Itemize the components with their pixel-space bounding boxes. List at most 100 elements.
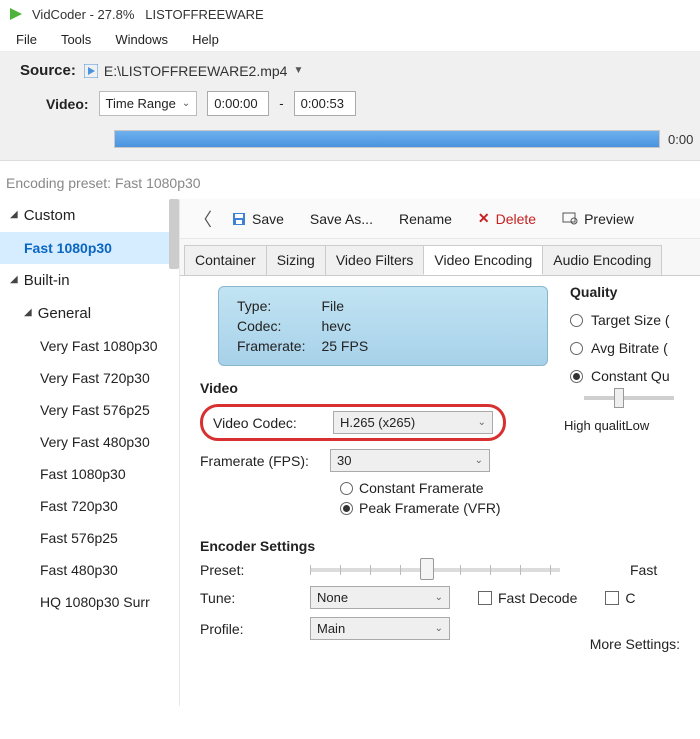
app-window: VidCoder - 27.8% LISTOFFREEWARE File Too… [0, 0, 700, 739]
tab-sizing[interactable]: Sizing [266, 245, 326, 275]
preset-speed-value: Fast [630, 562, 657, 578]
caret-down-icon: ◢ [10, 274, 18, 285]
menu-file[interactable]: File [6, 29, 47, 50]
sidebar-group-general[interactable]: ◢ General [0, 297, 179, 330]
video-label: Video: [46, 96, 89, 112]
time-start-input[interactable]: 0:00:00 [207, 91, 269, 116]
caret-down-icon: ◢ [10, 209, 18, 220]
profile-select[interactable]: Main⌄ [310, 617, 450, 640]
sidebar-preset[interactable]: Very Fast 480p30 [0, 426, 179, 458]
checkbox-icon [478, 591, 492, 605]
caret-down-icon: ◢ [24, 307, 32, 318]
content-toolbar: 〈 Save Save As... Rename ✕ Delete Previe… [180, 199, 700, 239]
slider-thumb[interactable] [614, 388, 624, 408]
radio-checked-icon [340, 502, 353, 515]
tune-select[interactable]: None⌄ [310, 586, 450, 609]
menu-windows[interactable]: Windows [105, 29, 178, 50]
save-as-button[interactable]: Save As... [300, 205, 383, 233]
source-path: E:\LISTOFFREEWARE2.mp4 [104, 63, 288, 79]
encode-progress-bar [115, 131, 659, 147]
checkbox-icon [605, 591, 619, 605]
scrollbar-thumb[interactable] [169, 199, 179, 269]
source-panel: Source: E:\LISTOFFREEWARE2.mp4 ▼ Video: … [0, 52, 700, 161]
slider-thumb[interactable] [420, 558, 434, 580]
tab-video-filters[interactable]: Video Filters [325, 245, 425, 275]
quality-slider[interactable] [584, 396, 674, 400]
cfr-radio-row[interactable]: Constant Framerate [340, 480, 686, 496]
chevron-down-icon: ▼ [293, 65, 303, 76]
sidebar-preset[interactable]: HQ 1080p30 Surr [0, 586, 179, 618]
tab-video-encoding[interactable]: Video Encoding [423, 245, 543, 275]
chevron-down-icon: ⌄ [435, 623, 443, 634]
sidebar-preset[interactable]: Fast 720p30 [0, 490, 179, 522]
sidebar-group-builtin[interactable]: ◢ Built-in [0, 264, 179, 297]
radio-icon [570, 314, 583, 327]
profile-label: Profile: [200, 621, 300, 637]
main-split: ◢ Custom Fast 1080p30 ◢ Built-in ◢ Gener… [0, 199, 700, 706]
chevron-down-icon: ⌄ [182, 98, 190, 109]
sidebar-preset[interactable]: Fast 576p25 [0, 522, 179, 554]
app-icon [8, 6, 24, 22]
radio-icon [570, 342, 583, 355]
tab-audio-encoding[interactable]: Audio Encoding [542, 245, 662, 275]
encoder-section: Encoder Settings Preset: Fast Tune: None… [194, 538, 686, 640]
source-label: Source: [20, 62, 76, 79]
quality-target-radio[interactable]: Target Size ( [570, 312, 674, 328]
save-icon [232, 212, 246, 226]
preview-button[interactable]: Preview [552, 205, 644, 233]
chevron-down-icon: ⌄ [475, 455, 483, 466]
back-button[interactable]: 〈 [188, 202, 216, 236]
quality-cq-radio[interactable]: Constant Qu [570, 368, 674, 384]
quality-caption: High qualitLow [564, 418, 674, 433]
sidebar-preset[interactable]: Fast 1080p30 [0, 458, 179, 490]
radio-checked-icon [570, 370, 583, 383]
preset-label: Preset: [200, 562, 300, 578]
tab-container[interactable]: Container [184, 245, 267, 275]
delete-icon: ✕ [478, 210, 490, 227]
content-panel: 〈 Save Save As... Rename ✕ Delete Previe… [180, 199, 700, 706]
highlight-ring: Video Codec: H.265 (x265)⌄ [200, 404, 506, 441]
quality-panel: Quality Target Size ( Avg Bitrate ( Cons… [570, 284, 674, 433]
chevron-down-icon: ⌄ [435, 592, 443, 603]
fast-decode-checkbox[interactable]: Fast Decode [478, 590, 577, 606]
menubar: File Tools Windows Help [0, 28, 700, 52]
preview-icon [562, 212, 578, 226]
sidebar-preset-fast1080p30-custom[interactable]: Fast 1080p30 [0, 232, 179, 264]
tune-label: Tune: [200, 590, 300, 606]
quality-avg-radio[interactable]: Avg Bitrate ( [570, 340, 674, 356]
titlebar: VidCoder - 27.8% LISTOFFREEWARE [0, 0, 700, 28]
time-end-input[interactable]: 0:00:53 [294, 91, 356, 116]
sidebar-preset[interactable]: Very Fast 720p30 [0, 362, 179, 394]
encoding-preset-line: Encoding preset: Fast 1080p30 [0, 161, 700, 199]
preset-sidebar: ◢ Custom Fast 1080p30 ◢ Built-in ◢ Gener… [0, 199, 180, 706]
sidebar-preset[interactable]: Very Fast 576p25 [0, 394, 179, 426]
rename-button[interactable]: Rename [389, 205, 462, 233]
video-codec-label: Video Codec: [213, 415, 323, 431]
play-file-icon [84, 64, 98, 78]
source-info-box: Type:File Codec:hevc Framerate:25 FPS [218, 286, 548, 366]
sidebar-preset[interactable]: Very Fast 1080p30 [0, 330, 179, 362]
encode-progress [114, 130, 660, 148]
quality-heading: Quality [570, 284, 674, 300]
chevron-down-icon: ⌄ [478, 417, 486, 428]
window-title: VidCoder - 27.8% LISTOFFREEWARE [32, 7, 264, 22]
radio-icon [340, 482, 353, 495]
partial-checkbox[interactable]: C [605, 590, 635, 606]
encoder-heading: Encoder Settings [200, 538, 686, 554]
progress-right-label: 0:00 [668, 132, 693, 147]
video-mode-dropdown[interactable]: Time Range⌄ [99, 91, 198, 116]
sidebar-group-custom[interactable]: ◢ Custom [0, 199, 179, 232]
tabs: Container Sizing Video Filters Video Enc… [180, 239, 700, 276]
pfr-radio-row[interactable]: Peak Framerate (VFR) [340, 500, 686, 516]
dash-separator: - [279, 96, 283, 111]
sidebar-preset[interactable]: Fast 480p30 [0, 554, 179, 586]
video-codec-select[interactable]: H.265 (x265)⌄ [333, 411, 493, 434]
save-button[interactable]: Save [222, 205, 294, 233]
source-file-button[interactable]: E:\LISTOFFREEWARE2.mp4 ▼ [84, 63, 304, 79]
more-settings-label: More Settings: [590, 636, 680, 652]
menu-tools[interactable]: Tools [51, 29, 101, 50]
delete-button[interactable]: ✕ Delete [468, 204, 546, 233]
preset-slider[interactable] [310, 568, 560, 572]
framerate-select[interactable]: 30⌄ [330, 449, 490, 472]
menu-help[interactable]: Help [182, 29, 229, 50]
